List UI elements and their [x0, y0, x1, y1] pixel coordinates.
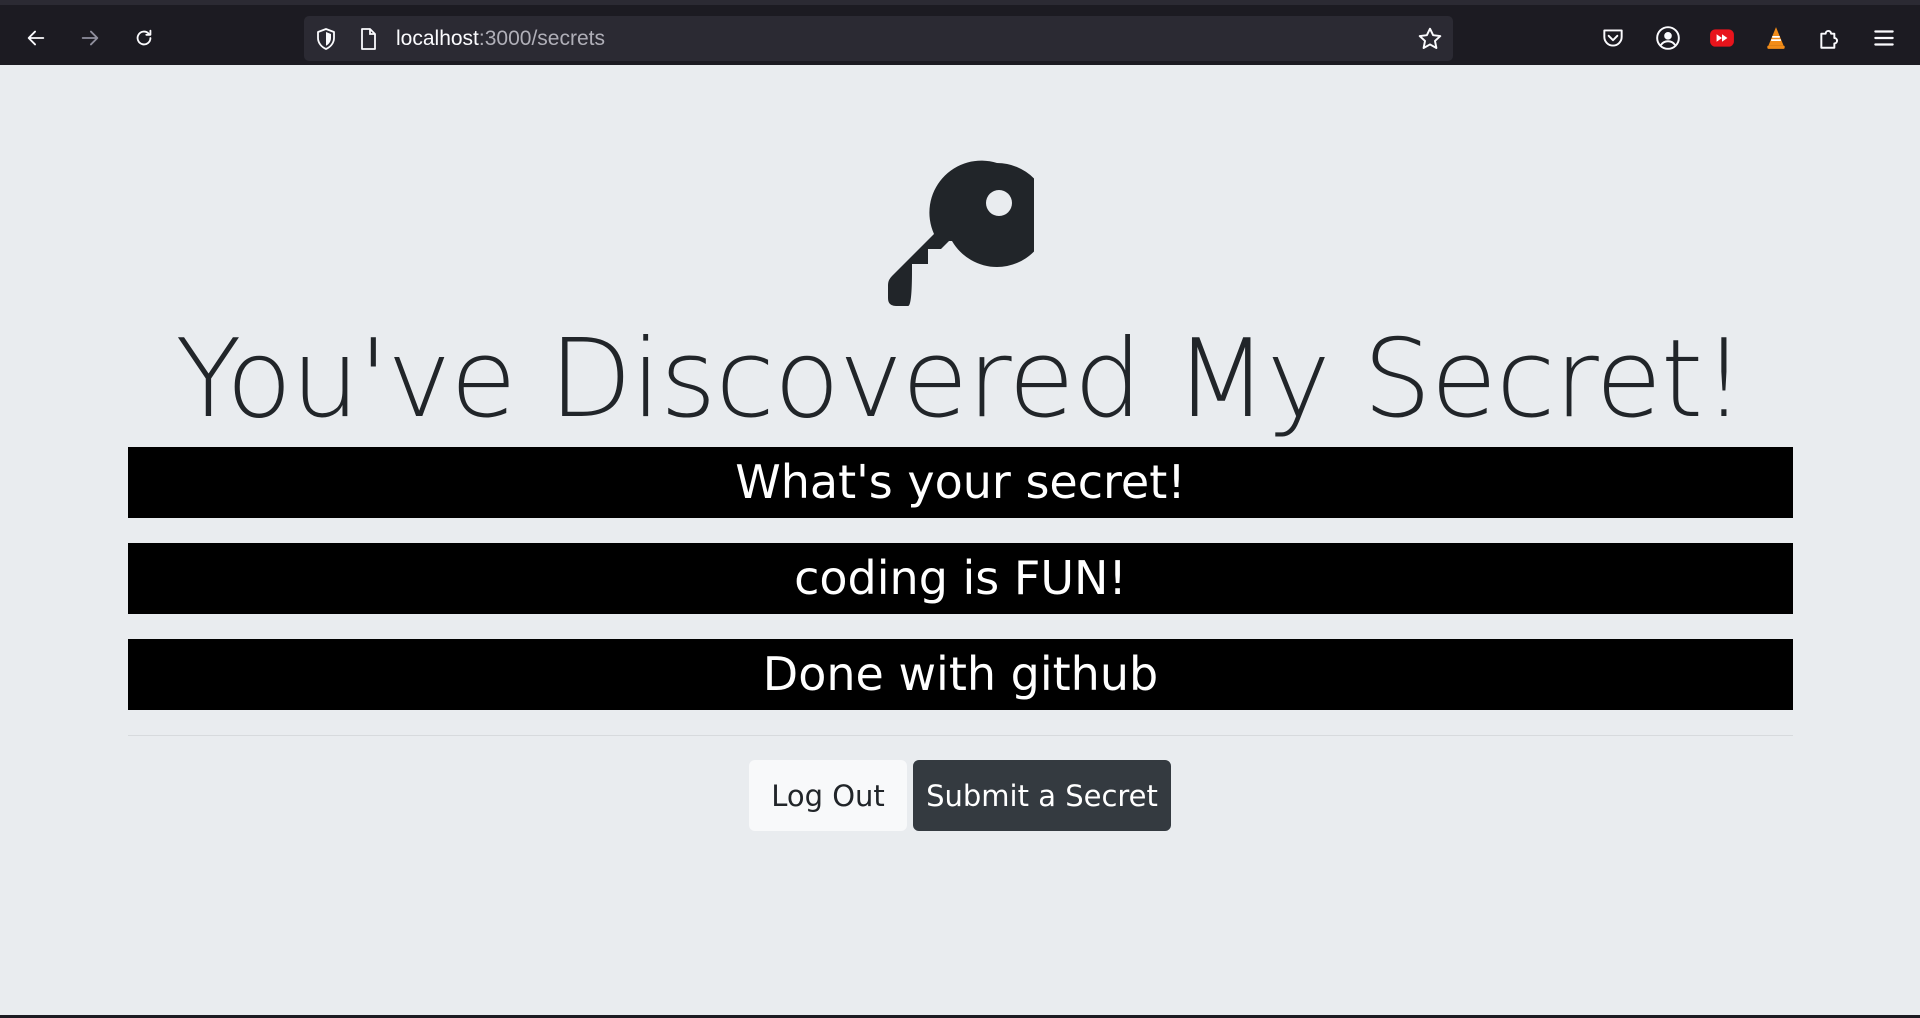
pocket-icon	[1603, 29, 1623, 47]
url-host: localhost	[396, 27, 479, 50]
url-path: :3000/secrets	[478, 27, 605, 50]
secret-item: coding is FUN!	[128, 543, 1793, 614]
key-icon	[888, 160, 1034, 306]
pocket-button[interactable]	[1600, 25, 1626, 51]
account-icon	[1656, 26, 1680, 50]
submit-secret-button[interactable]: Submit a Secret	[913, 760, 1171, 831]
url-bar[interactable]: localhost:3000/secrets	[304, 16, 1453, 61]
youtube-extension-button[interactable]	[1709, 25, 1735, 51]
vlc-extension-button[interactable]	[1763, 25, 1789, 51]
back-button[interactable]	[20, 22, 52, 54]
menu-button[interactable]	[1871, 25, 1897, 51]
logout-button[interactable]: Log Out	[749, 760, 907, 831]
url-text[interactable]: localhost:3000/secrets	[396, 27, 605, 51]
extensions-button[interactable]	[1817, 25, 1843, 51]
page-icon[interactable]	[356, 27, 380, 51]
vlc-extension-icon	[1767, 27, 1785, 49]
forward-icon	[81, 30, 99, 46]
bookmark-star-icon[interactable]	[1417, 26, 1443, 52]
browser-toolbar: localhost:3000/secrets	[0, 0, 1920, 65]
account-button[interactable]	[1655, 25, 1681, 51]
shield-icon[interactable]	[314, 27, 338, 51]
secret-item: Done with github	[128, 639, 1793, 710]
divider	[128, 735, 1793, 736]
reload-button[interactable]	[128, 22, 160, 54]
back-icon	[27, 30, 45, 46]
menu-icon	[1874, 30, 1894, 46]
forward-button[interactable]	[74, 22, 106, 54]
secret-item: What's your secret!	[128, 447, 1793, 518]
youtube-extension-icon	[1710, 29, 1734, 47]
reload-icon	[136, 29, 152, 46]
extensions-icon	[1820, 30, 1838, 49]
page-title: You've Discovered My Secret!	[175, 317, 1745, 442]
